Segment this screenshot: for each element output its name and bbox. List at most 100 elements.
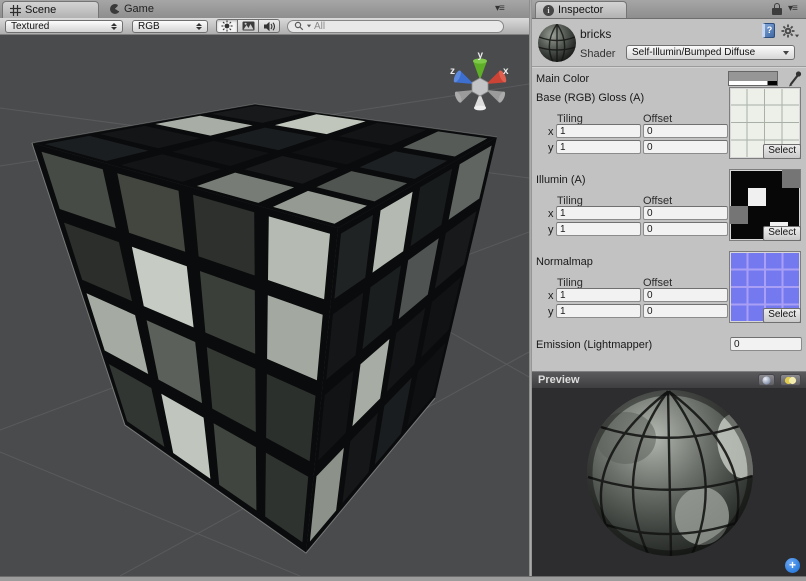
gear-caret-icon — [795, 35, 799, 38]
draw-mode-dropdown[interactable]: Textured — [5, 20, 123, 33]
normalmap-label: Normalmap — [536, 256, 593, 268]
gizmo-center-cube[interactable] — [472, 78, 488, 96]
header-separator — [532, 66, 806, 68]
inspector-tabbar: i Inspector ▾≡ — [532, 0, 806, 19]
axis-y-label: y — [548, 306, 554, 318]
tab-game[interactable]: Game — [104, 1, 160, 17]
gizmo-y-axis[interactable] — [473, 58, 487, 80]
preview-sphere-render — [532, 389, 806, 576]
two-lights-icon — [784, 376, 797, 385]
unity-editor-window: { "scene": { "tab_scene": "Scene", "tab_… — [0, 0, 806, 581]
image-icon — [242, 21, 255, 31]
base-offset-x-field[interactable] — [643, 124, 728, 138]
help-icon[interactable]: ? — [762, 23, 775, 38]
scene-panel: Scene Game ▾≡ Textured RGB — [0, 0, 529, 576]
illumin-tiling-y-field[interactable] — [556, 222, 641, 236]
normal-offset-x-field[interactable] — [643, 288, 728, 302]
add-asset-button[interactable]: + — [785, 558, 800, 573]
scene-render: y x z — [0, 34, 529, 576]
updown-arrows-icon — [196, 23, 202, 30]
normal-select-button[interactable]: Select — [763, 308, 801, 323]
scene-grid-icon — [10, 5, 21, 16]
search-input[interactable] — [314, 21, 494, 32]
shader-label: Shader — [580, 48, 615, 60]
search-filter-caret-icon — [307, 25, 311, 28]
illumin-tiling-x-field[interactable] — [556, 206, 641, 220]
settings-gear-icon[interactable] — [781, 24, 800, 38]
lighting-toggle-button[interactable] — [216, 19, 238, 33]
illumin-map-label: Illumin (A) — [536, 174, 586, 186]
textured-cube-object[interactable] — [32, 104, 497, 553]
scene-viewport[interactable]: y x z — [0, 34, 529, 576]
inspector-panel: i Inspector ▾≡ bricks Shader Self-Illumi… — [532, 0, 806, 576]
tab-inspector-label: Inspector — [558, 4, 603, 16]
emission-field[interactable] — [730, 337, 802, 351]
updown-arrows-icon — [111, 23, 117, 30]
base-texture-thumb[interactable]: Select — [729, 87, 801, 159]
illumin-offset-y-field[interactable] — [643, 222, 728, 236]
normal-texture-thumb[interactable]: Select — [729, 251, 801, 323]
tab-scene-label: Scene — [25, 4, 56, 16]
alpha-bar — [729, 81, 777, 85]
base-tiling-y-field[interactable] — [556, 140, 641, 154]
illumin-offset-x-field[interactable] — [643, 206, 728, 220]
draw-mode-value: Textured — [11, 21, 49, 32]
game-icon — [110, 4, 120, 14]
main-color-label: Main Color — [536, 73, 589, 85]
color-mode-value: RGB — [138, 21, 160, 32]
chevron-down-icon — [783, 51, 789, 55]
scene-search-field[interactable] — [287, 20, 504, 33]
shader-dropdown[interactable]: Self-Illumin/Bumped Diffuse — [626, 45, 795, 60]
axis-x-label: x — [548, 290, 554, 302]
tab-game-label: Game — [124, 3, 154, 15]
gizmo-z-label: z — [450, 66, 455, 77]
preview-header[interactable]: Preview — [532, 371, 806, 389]
view-toggle-group — [216, 19, 280, 33]
gizmo-y-label: y — [478, 50, 484, 61]
skybox-toggle-button[interactable] — [237, 19, 259, 33]
search-icon — [294, 21, 304, 31]
base-tiling-x-field[interactable] — [556, 124, 641, 138]
normal-tiling-y-field[interactable] — [556, 304, 641, 318]
scene-tabbar: Scene Game ▾≡ — [0, 0, 529, 19]
speaker-icon — [263, 21, 276, 32]
gizmo-x-label: x — [503, 66, 509, 77]
normal-tiling-x-field[interactable] — [556, 288, 641, 302]
tab-inspector[interactable]: i Inspector — [535, 1, 627, 18]
preview-lighting-button[interactable] — [780, 374, 801, 386]
lock-icon[interactable] — [772, 3, 782, 15]
base-offset-y-field[interactable] — [643, 140, 728, 154]
color-mode-dropdown[interactable]: RGB — [132, 20, 208, 33]
sphere-icon — [762, 376, 771, 385]
base-map-label: Base (RGB) Gloss (A) — [536, 92, 644, 104]
main-color-swatch[interactable] — [728, 71, 778, 86]
axis-x-label: x — [548, 208, 554, 220]
illumin-texture-thumb[interactable]: Select — [729, 169, 801, 241]
material-name: bricks — [580, 27, 611, 41]
shader-value: Self-Illumin/Bumped Diffuse — [632, 47, 755, 58]
panel-divider[interactable] — [529, 0, 532, 576]
sun-icon — [221, 20, 233, 32]
illumin-tile — [748, 188, 766, 206]
normal-offset-y-field[interactable] — [643, 304, 728, 318]
axis-y-label: y — [548, 142, 554, 154]
base-select-button[interactable]: Select — [763, 144, 801, 159]
axis-y-label: y — [548, 224, 554, 236]
illumin-select-button[interactable]: Select — [763, 226, 801, 241]
scene-panel-menu-icon[interactable]: ▾≡ — [495, 3, 504, 15]
preview-model-button[interactable] — [758, 374, 775, 386]
scene-orientation-gizmo[interactable]: y x z — [450, 50, 509, 110]
axis-x-label: x — [548, 126, 554, 138]
window-bottom-edge — [0, 576, 806, 581]
preview-title: Preview — [538, 374, 758, 386]
material-preview-thumb — [537, 23, 577, 63]
preview-viewport[interactable] — [532, 389, 806, 576]
emission-label: Emission (Lightmapper) — [536, 339, 652, 351]
tab-scene[interactable]: Scene — [2, 1, 99, 18]
inspector-panel-menu-icon[interactable]: ▾≡ — [788, 3, 797, 15]
info-icon: i — [543, 5, 554, 16]
audio-toggle-button[interactable] — [258, 19, 280, 33]
eyedropper-icon[interactable] — [788, 70, 802, 87]
illumin-tile — [730, 206, 748, 224]
scene-toolbar: Textured RGB — [0, 18, 529, 35]
